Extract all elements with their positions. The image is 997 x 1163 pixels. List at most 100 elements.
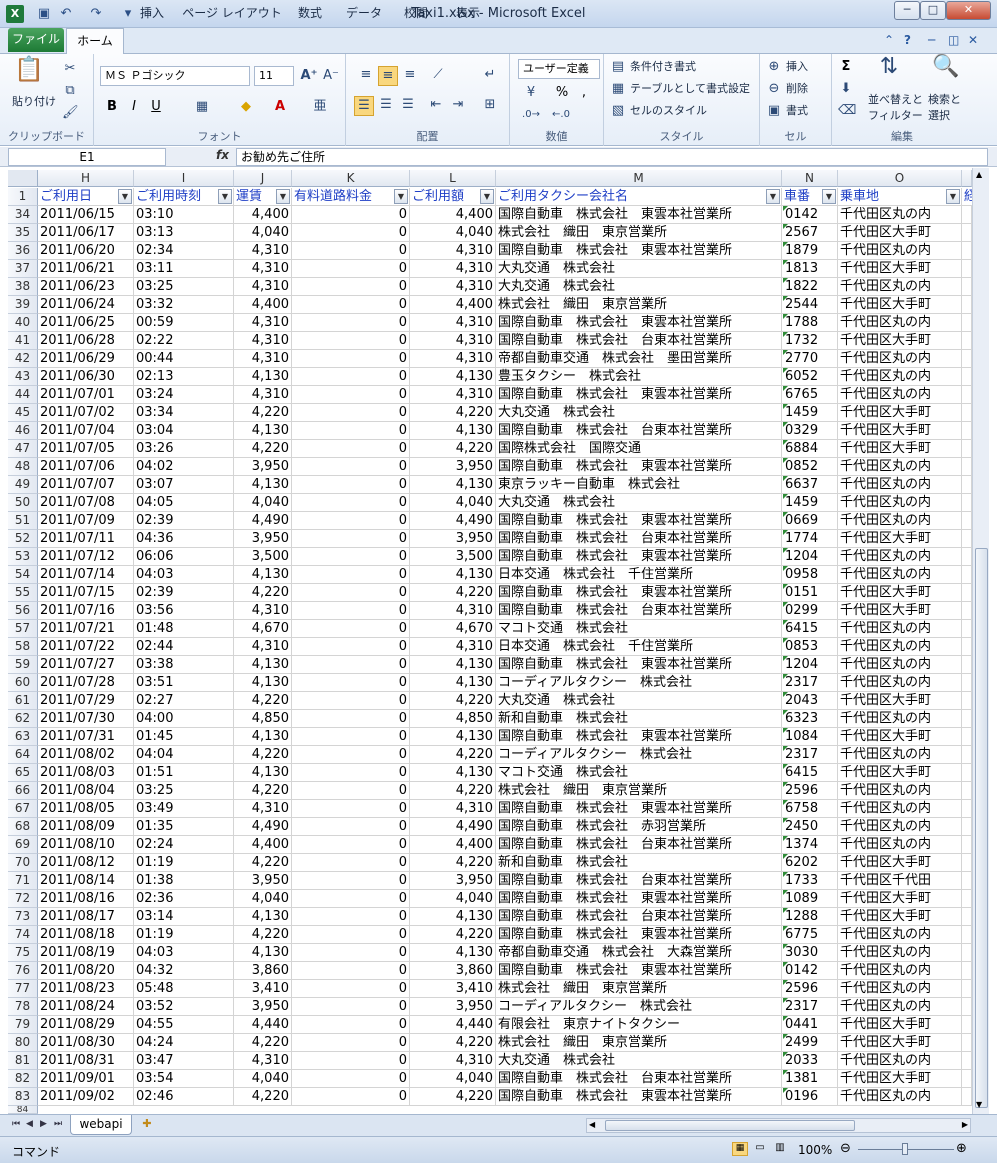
cell-pickup[interactable]: 千代田区大手町 [838, 530, 962, 548]
cell-car-number[interactable]: 1459 [782, 404, 838, 422]
cell-car-number[interactable]: 1459 [782, 494, 838, 512]
cell-toll[interactable]: 0 [292, 566, 410, 584]
cell-truncated[interactable] [962, 314, 972, 332]
cell-toll[interactable]: 0 [292, 332, 410, 350]
cell-amount[interactable]: 4,220 [410, 746, 496, 764]
row-header[interactable]: 75 [8, 944, 38, 962]
cell-pickup[interactable]: 千代田区丸の内 [838, 710, 962, 728]
cell-date[interactable]: 2011/08/31 [38, 1052, 134, 1070]
cell-time[interactable]: 01:38 [134, 872, 234, 890]
minimize-ribbon-icon[interactable]: ⌃ [884, 33, 894, 47]
row-header[interactable]: 55 [8, 584, 38, 602]
cell-fare[interactable]: 3,950 [234, 458, 292, 476]
phonetic-icon[interactable]: 亜 [310, 98, 330, 116]
cell-pickup[interactable]: 千代田区丸の内 [838, 656, 962, 674]
cell-time[interactable]: 04:00 [134, 710, 234, 728]
cell-truncated[interactable] [962, 746, 972, 764]
cell-truncated[interactable] [962, 1070, 972, 1088]
cell-toll[interactable]: 0 [292, 998, 410, 1016]
cell-pickup[interactable]: 千代田区大手町 [838, 1070, 962, 1088]
shrink-font-icon[interactable]: A⁻ [322, 67, 340, 85]
cell-toll[interactable]: 0 [292, 368, 410, 386]
cell-time[interactable]: 00:44 [134, 350, 234, 368]
filter-dropdown-icon[interactable]: ▼ [394, 189, 408, 204]
header-cell-company[interactable]: ご利用タクシー会社名 ▼ [496, 188, 782, 206]
cell-date[interactable]: 2011/08/09 [38, 818, 134, 836]
last-sheet-icon[interactable]: ⏭ [54, 1119, 62, 1129]
cell-fare[interactable]: 3,950 [234, 872, 292, 890]
cell-company[interactable]: 大丸交通 株式会社 [496, 278, 782, 296]
cell-truncated[interactable] [962, 710, 972, 728]
zoom-level[interactable]: 100% [798, 1143, 832, 1157]
cell-time[interactable]: 05:48 [134, 980, 234, 998]
cell-car-number[interactable]: 3030 [782, 944, 838, 962]
cell-pickup[interactable]: 千代田区丸の内 [838, 836, 962, 854]
cell-amount[interactable]: 4,310 [410, 314, 496, 332]
cell-car-number[interactable]: 2450 [782, 818, 838, 836]
tab-page-layout[interactable]: ページ レイアウト [182, 4, 282, 25]
column-header-m[interactable]: M [496, 170, 782, 187]
cell-amount[interactable]: 4,490 [410, 818, 496, 836]
cell-amount[interactable]: 4,310 [410, 800, 496, 818]
cell-fare[interactable]: 4,310 [234, 260, 292, 278]
row-header[interactable]: 40 [8, 314, 38, 332]
cell-truncated[interactable] [962, 764, 972, 782]
cell-fare[interactable]: 4,130 [234, 368, 292, 386]
cell-car-number[interactable]: 2544 [782, 296, 838, 314]
cell-pickup[interactable]: 千代田区丸の内 [838, 980, 962, 998]
cell-truncated[interactable] [962, 1016, 972, 1034]
row-header[interactable]: 81 [8, 1052, 38, 1070]
cell-date[interactable]: 2011/06/24 [38, 296, 134, 314]
cell-time[interactable]: 03:25 [134, 782, 234, 800]
cell-time[interactable]: 03:51 [134, 674, 234, 692]
cell-fare[interactable]: 4,130 [234, 656, 292, 674]
cell-fare[interactable]: 4,310 [234, 1052, 292, 1070]
conditional-format-button[interactable]: 条件付き書式 [630, 59, 696, 75]
cell-date[interactable]: 2011/08/05 [38, 800, 134, 818]
cell-company[interactable]: 国際自動車 株式会社 台東本社営業所 [496, 332, 782, 350]
cell-amount[interactable]: 3,950 [410, 530, 496, 548]
cell-toll[interactable]: 0 [292, 584, 410, 602]
row-header[interactable]: 61 [8, 692, 38, 710]
align-bottom-icon[interactable]: ≡ [400, 66, 420, 84]
cell-time[interactable]: 02:27 [134, 692, 234, 710]
cell-fare[interactable]: 3,860 [234, 962, 292, 980]
tab-insert[interactable]: 挿入 [132, 4, 172, 25]
row-header[interactable]: 63 [8, 728, 38, 746]
cell-amount[interactable]: 4,220 [410, 1088, 496, 1106]
cell-pickup[interactable]: 千代田区丸の内 [838, 944, 962, 962]
row-header[interactable]: 68 [8, 818, 38, 836]
cell-company[interactable]: 国際自動車 株式会社 東雲本社営業所 [496, 458, 782, 476]
cell-pickup[interactable]: 千代田区丸の内 [838, 800, 962, 818]
row-header[interactable]: 49 [8, 476, 38, 494]
format-cells-icon[interactable]: ▣ [766, 102, 782, 120]
cell-company[interactable]: 帝都自動車交通 株式会社 墨田営業所 [496, 350, 782, 368]
cell-pickup[interactable]: 千代田区大手町 [838, 908, 962, 926]
cell-toll[interactable]: 0 [292, 854, 410, 872]
cell-time[interactable]: 01:51 [134, 764, 234, 782]
row-header[interactable]: 44 [8, 386, 38, 404]
cell-car-number[interactable]: 6637 [782, 476, 838, 494]
fill-color-icon[interactable]: ◆ [236, 98, 256, 116]
orientation-icon[interactable]: ⟋ [428, 66, 448, 84]
cell-truncated[interactable] [962, 674, 972, 692]
formula-input[interactable]: お勧め先ご住所 [236, 148, 988, 166]
cell-time[interactable]: 03:52 [134, 998, 234, 1016]
cell-car-number[interactable]: 0441 [782, 1016, 838, 1034]
cell-pickup[interactable]: 千代田区丸の内 [838, 746, 962, 764]
cell-amount[interactable]: 4,220 [410, 1034, 496, 1052]
cell-fare[interactable]: 4,130 [234, 764, 292, 782]
cell-date[interactable]: 2011/06/30 [38, 368, 134, 386]
grow-font-icon[interactable]: A⁺ [300, 67, 318, 85]
cell-truncated[interactable] [962, 386, 972, 404]
cell-date[interactable]: 2011/06/15 [38, 206, 134, 224]
next-sheet-icon[interactable]: ▶ [40, 1119, 47, 1129]
cell-car-number[interactable]: 2596 [782, 782, 838, 800]
cell-truncated[interactable] [962, 782, 972, 800]
filter-dropdown-icon[interactable]: ▼ [118, 189, 132, 204]
page-layout-view-icon[interactable]: ▭ [752, 1142, 768, 1156]
cell-company[interactable]: 日本交通 株式会社 千住営業所 [496, 566, 782, 584]
column-header-i[interactable]: I [134, 170, 234, 187]
cell-date[interactable]: 2011/06/17 [38, 224, 134, 242]
cell-car-number[interactable]: 1089 [782, 890, 838, 908]
